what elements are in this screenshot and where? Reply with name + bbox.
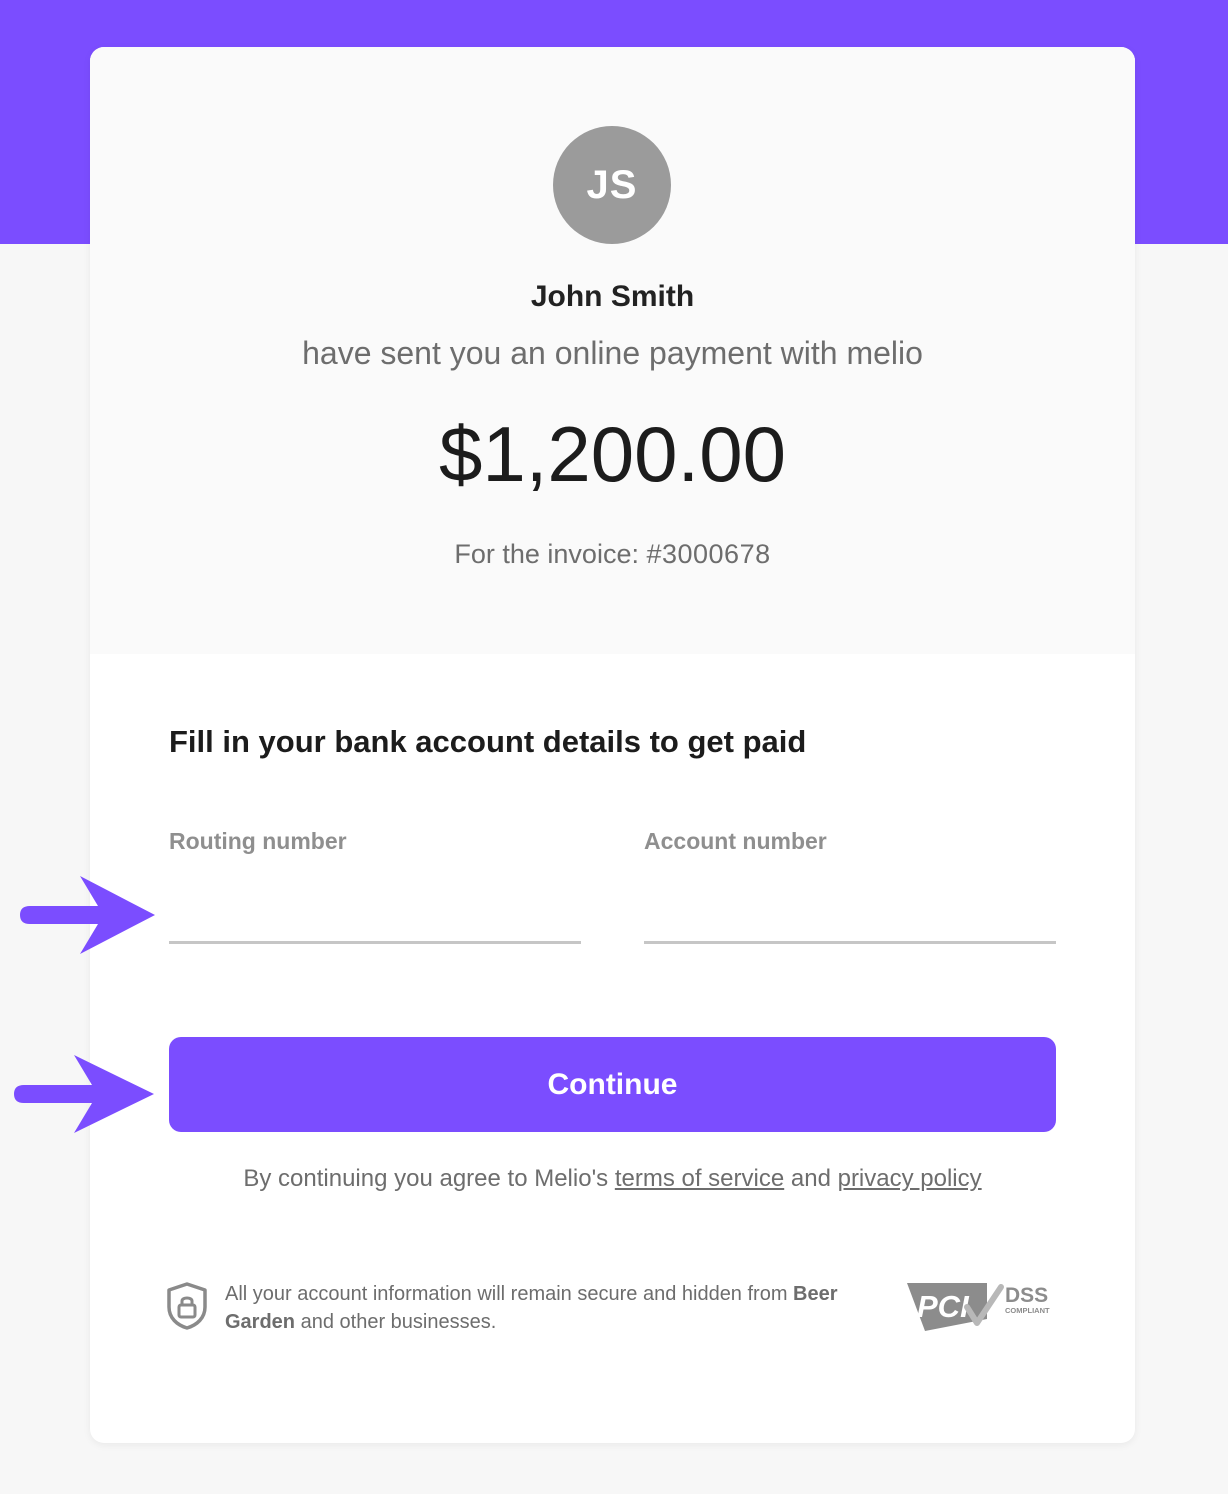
security-text-suffix: and other businesses. xyxy=(295,1311,497,1333)
security-text-prefix: All your account information will remain… xyxy=(225,1283,794,1305)
payment-card: JS John Smith have sent you an online pa… xyxy=(90,47,1135,1443)
compliant-text: COMPLIANT xyxy=(1005,1306,1050,1315)
pointer-arrow-icon xyxy=(20,876,155,954)
terms-of-service-link[interactable]: terms of service xyxy=(615,1165,784,1192)
invoice-line: For the invoice: #3000678 xyxy=(90,539,1135,570)
lock-shield-icon xyxy=(167,1282,207,1330)
pointer-arrow-icon xyxy=(14,1055,154,1133)
dss-text: DSS xyxy=(1005,1284,1048,1307)
security-notice: All your account information will remain… xyxy=(225,1280,875,1336)
routing-number-input[interactable] xyxy=(169,907,581,944)
privacy-policy-link[interactable]: privacy policy xyxy=(838,1165,982,1192)
invoice-prefix: For the invoice: xyxy=(454,539,647,569)
form-title: Fill in your bank account details to get… xyxy=(169,724,807,759)
payment-summary: JS John Smith have sent you an online pa… xyxy=(90,47,1135,654)
account-number-label: Account number xyxy=(644,828,827,854)
pci-text: PCI xyxy=(917,1289,970,1324)
pci-dss-logo: PCI DSS COMPLIANT xyxy=(907,1283,1050,1331)
invoice-number: #3000678 xyxy=(646,539,771,569)
avatar-initials: JS xyxy=(586,162,638,207)
terms-notice: By continuing you agree to Melio's terms… xyxy=(90,1165,1135,1193)
payment-amount: $1,200.00 xyxy=(438,410,786,498)
terms-and: and xyxy=(784,1165,838,1192)
avatar: JS xyxy=(553,126,671,244)
routing-number-label: Routing number xyxy=(169,828,347,854)
sender-name: John Smith xyxy=(530,280,695,313)
terms-prefix: By continuing you agree to Melio's xyxy=(243,1165,615,1192)
payment-subtitle: have sent you an online payment with mel… xyxy=(302,335,923,371)
continue-button[interactable]: Continue xyxy=(169,1037,1056,1132)
account-number-input[interactable] xyxy=(644,907,1056,944)
